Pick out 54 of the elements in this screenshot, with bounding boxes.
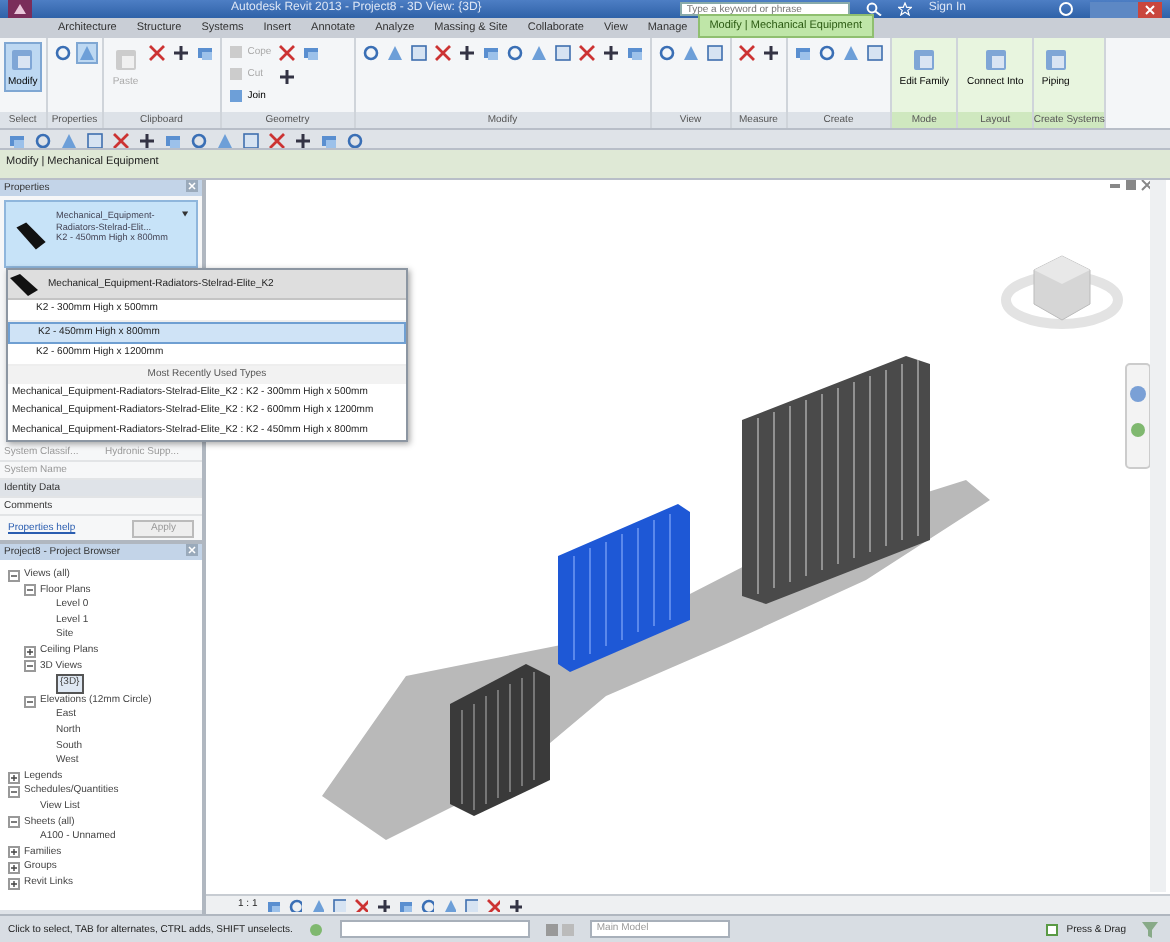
design-option-icon[interactable] (546, 921, 575, 937)
workset-field[interactable] (340, 920, 531, 938)
tool-button[interactable] (759, 42, 782, 64)
radiator-icon (8, 272, 40, 296)
tool-icon (981, 46, 1010, 74)
toolbar-icon[interactable] (294, 131, 312, 147)
tool-icon (8, 46, 37, 74)
tool-button[interactable] (169, 42, 192, 64)
tool-icon (277, 44, 296, 62)
navigation-bar[interactable] (1125, 363, 1151, 469)
radiator[interactable] (450, 664, 550, 816)
expander-icon[interactable] (8, 771, 20, 784)
toolbar-icon[interactable] (138, 131, 156, 147)
tool-icon (301, 44, 320, 62)
star-icon[interactable] (898, 2, 913, 16)
expander-icon[interactable] (8, 816, 20, 829)
search-icon[interactable] (866, 2, 883, 16)
app-logo-icon[interactable] (8, 0, 32, 18)
tool-icon (761, 44, 780, 62)
close-icon[interactable] (186, 180, 198, 192)
tool-icon (433, 44, 452, 62)
tool-icon (601, 44, 620, 62)
tool-icon (171, 44, 190, 62)
expander-icon[interactable] (8, 862, 20, 875)
view-control-icon[interactable] (375, 898, 390, 912)
radiator[interactable] (558, 504, 690, 672)
tool-icon (147, 44, 166, 62)
tool-icon (457, 44, 476, 62)
expander-icon[interactable] (8, 846, 20, 859)
help-icon[interactable] (1058, 2, 1075, 16)
close-icon[interactable] (186, 544, 198, 556)
window-controls-icon[interactable] (1090, 1, 1163, 17)
tool-button[interactable] (275, 66, 298, 88)
tool-button[interactable] (599, 42, 622, 64)
view-controls-icon[interactable] (1110, 180, 1153, 191)
radiator[interactable] (742, 356, 930, 604)
tool-button[interactable] (455, 42, 478, 64)
tool-icon (577, 44, 596, 62)
expander-icon[interactable] (8, 877, 20, 890)
view-control-icon[interactable] (507, 898, 522, 912)
checkbox-icon (1046, 923, 1059, 935)
expander-icon[interactable] (24, 660, 36, 673)
dropdown-arrow-icon (181, 210, 188, 218)
tool-icon (1041, 46, 1070, 74)
expander-icon[interactable] (8, 786, 20, 799)
expander-icon[interactable] (24, 584, 36, 597)
expander-icon[interactable] (24, 695, 36, 708)
tool-icon (737, 44, 756, 62)
scrollbar[interactable] (1150, 180, 1166, 892)
expander-icon[interactable] (24, 645, 36, 658)
tool-icon (111, 46, 140, 74)
tool-icon (277, 68, 296, 86)
expander-icon[interactable] (8, 569, 20, 582)
tool-icon (910, 46, 939, 74)
